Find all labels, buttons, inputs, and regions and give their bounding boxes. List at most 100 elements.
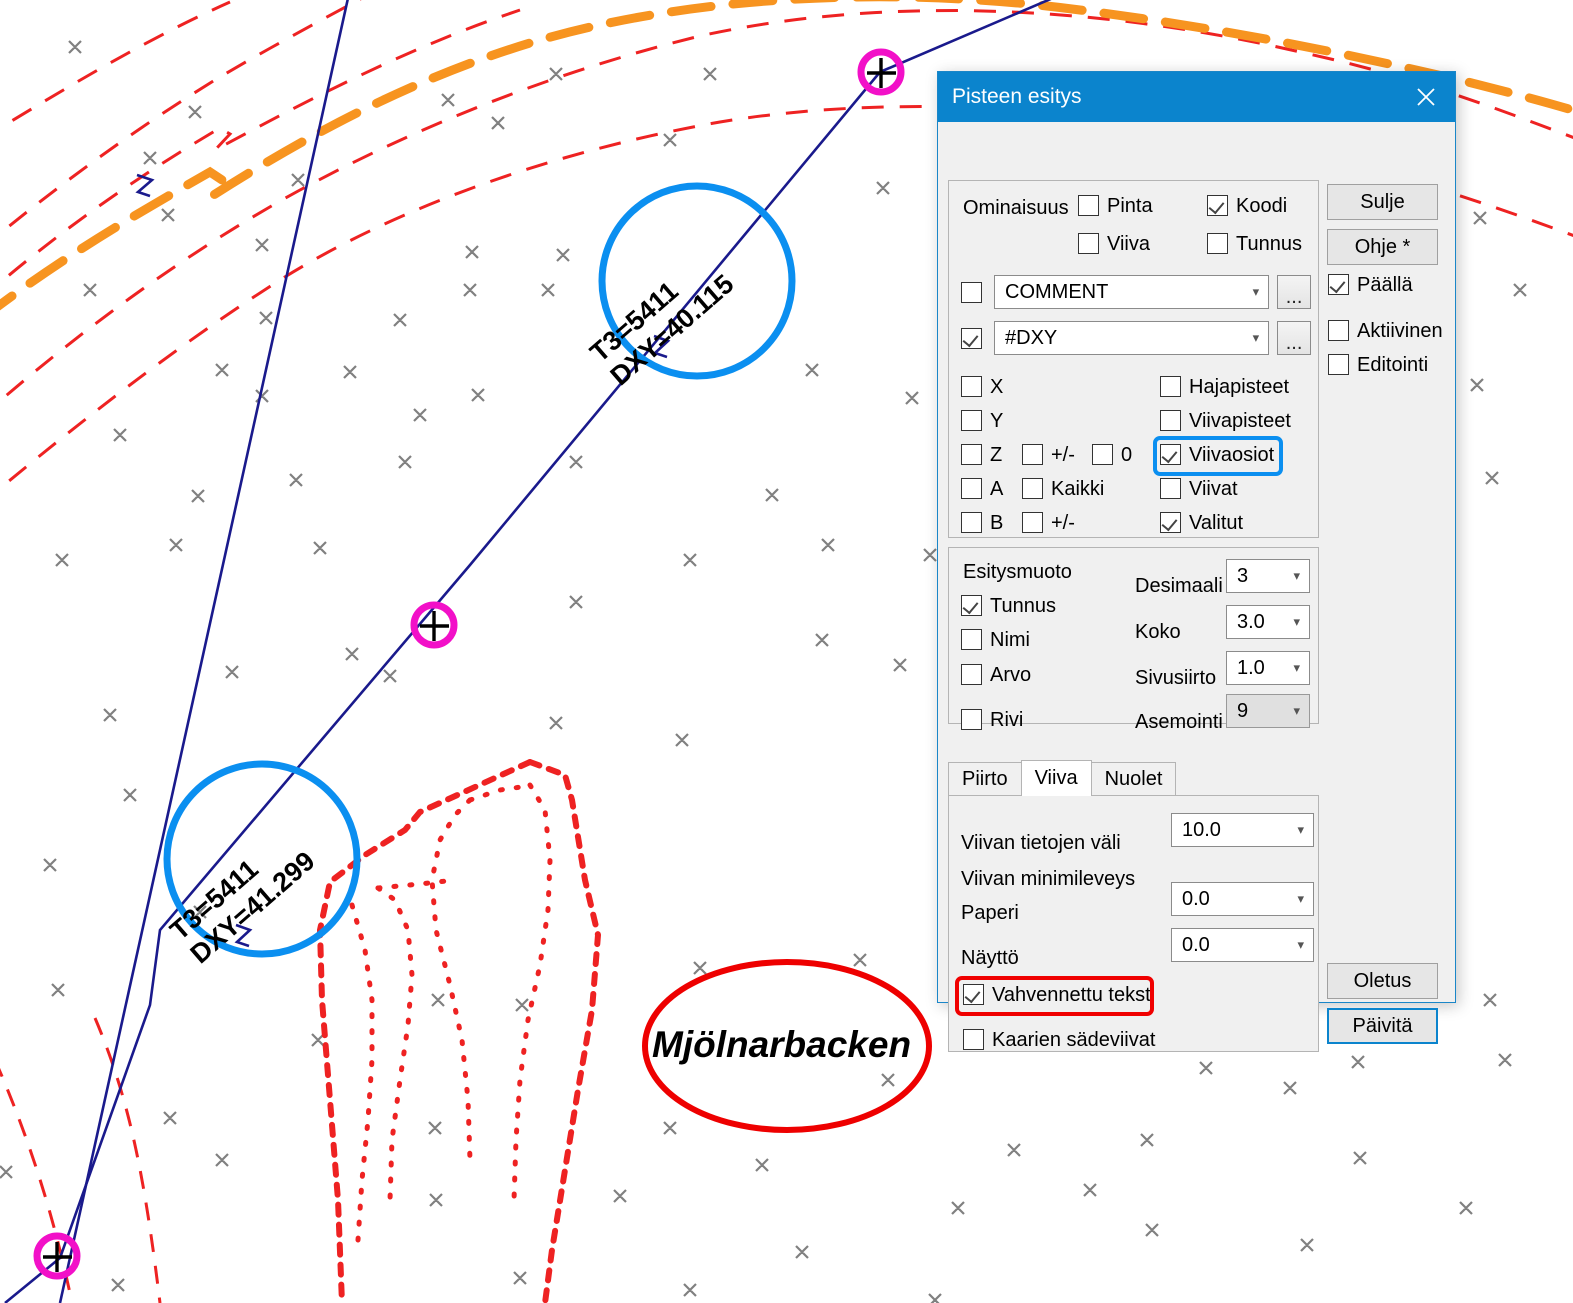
combo-paperi-value: 0.0 [1182, 888, 1297, 911]
checkbox-tunnus-ominaisuus[interactable]: Tunnus [1207, 233, 1302, 254]
checkbox-y-box[interactable] [961, 410, 982, 431]
checkbox-valitut-label: Valitut [1189, 513, 1243, 533]
checkbox-paalla[interactable]: Päällä [1328, 274, 1413, 295]
checkbox-z-zero-label: 0 [1121, 445, 1132, 465]
checkbox-rivi[interactable]: Rivi [961, 709, 1023, 730]
dialog-titlebar: Pisteen esitys [938, 72, 1455, 122]
combo-desimaali[interactable]: 3 ▾ [1226, 559, 1310, 593]
checkbox-b-plusminus[interactable]: +/- [1022, 512, 1075, 533]
checkbox-b[interactable]: B [961, 512, 1003, 533]
combo-paperi[interactable]: 0.0 ▾ [1171, 882, 1314, 916]
tab-piirto[interactable]: Piirto [948, 762, 1022, 796]
checkbox-pinta-box[interactable] [1078, 195, 1099, 216]
checkbox-viiva[interactable]: Viiva [1078, 233, 1150, 254]
sulje-button-label: Sulje [1360, 191, 1404, 214]
checkbox-hajapisteet[interactable]: Hajapisteet [1160, 376, 1289, 397]
pisteen-esitys-dialog[interactable]: Pisteen esitys Ominaisuus Pinta Koodi [937, 71, 1456, 1003]
checkbox-nimi[interactable]: Nimi [961, 629, 1030, 650]
checkbox-z-plusminus[interactable]: +/- [1022, 444, 1075, 465]
checkbox-arvo-box[interactable] [961, 664, 982, 685]
checkbox-kaikki[interactable]: Kaikki [1022, 478, 1104, 499]
checkbox-editointi-box[interactable] [1328, 354, 1349, 375]
checkbox-viiva-box[interactable] [1078, 233, 1099, 254]
checkbox-arvo[interactable]: Arvo [961, 664, 1031, 685]
checkbox-viivaosiot-label: Viivaosiot [1189, 445, 1274, 465]
checkbox-vahvennettu-teksti-label: Vahvennettu teksti [992, 985, 1155, 1005]
checkbox-z-zero-box[interactable] [1092, 444, 1113, 465]
checkbox-x[interactable]: X [961, 376, 1003, 397]
oletus-button[interactable]: Oletus [1327, 963, 1438, 999]
checkbox-viivat-box[interactable] [1160, 478, 1181, 499]
checkbox-koodi-box[interactable] [1207, 195, 1228, 216]
chevron-down-icon: ▾ [1297, 891, 1309, 907]
checkbox-koodi[interactable]: Koodi [1207, 195, 1287, 216]
checkbox-hajapisteet-box[interactable] [1160, 376, 1181, 397]
checkbox-b-box[interactable] [961, 512, 982, 533]
ohje-button[interactable]: Ohje * [1327, 229, 1438, 265]
group-ominaisuus-legend: Ominaisuus [963, 197, 1069, 220]
checkbox-viivat[interactable]: Viivat [1160, 478, 1238, 499]
tab-viiva[interactable]: Viiva [1021, 760, 1092, 796]
checkbox-x-box[interactable] [961, 376, 982, 397]
dialog-body: Ominaisuus Pinta Koodi Viiva Tunnus [938, 122, 1455, 1002]
checkbox-kaarien-sadeviivat[interactable]: Kaarien sädeviivat [963, 1029, 1155, 1050]
checkbox-a[interactable]: A [961, 478, 1003, 499]
checkbox-vahvennettu-teksti[interactable]: Vahvennettu teksti [963, 984, 1155, 1005]
checkbox-aktiivinen-box[interactable] [1328, 320, 1349, 341]
checkbox-z-box[interactable] [961, 444, 982, 465]
checkbox-viivaosiot[interactable]: Viivaosiot [1160, 444, 1274, 465]
checkbox-kaikki-label: Kaikki [1051, 479, 1104, 499]
tab-nuolet[interactable]: Nuolet [1091, 762, 1177, 796]
checkbox-dxy-enable[interactable] [961, 328, 982, 349]
sulje-button[interactable]: Sulje [1327, 184, 1438, 220]
checkbox-y[interactable]: Y [961, 410, 1003, 431]
tab-nuolet-label: Nuolet [1105, 768, 1163, 791]
comment-more-button[interactable]: ... [1277, 275, 1311, 309]
checkbox-pinta[interactable]: Pinta [1078, 195, 1153, 216]
comment-combo[interactable]: COMMENT ▾ [994, 275, 1269, 309]
chevron-down-icon: ▾ [1297, 937, 1309, 953]
comment-more-label: ... [1286, 290, 1303, 304]
checkbox-rivi-box[interactable] [961, 709, 982, 730]
checkbox-vahvennettu-teksti-box[interactable] [963, 984, 984, 1005]
checkbox-z-zero[interactable]: 0 [1092, 444, 1132, 465]
checkbox-valitut-box[interactable] [1160, 512, 1181, 533]
checkbox-viivaosiot-box[interactable] [1160, 444, 1181, 465]
combo-sivusiirto[interactable]: 1.0 ▾ [1226, 651, 1310, 685]
tabstrip: Piirto Viiva Nuolet [948, 760, 1319, 796]
checkbox-viivapisteet-box[interactable] [1160, 410, 1181, 431]
checkbox-aktiivinen[interactable]: Aktiivinen [1328, 320, 1443, 341]
checkbox-z-plusminus-box[interactable] [1022, 444, 1043, 465]
checkbox-comment-enable[interactable] [961, 282, 982, 303]
combo-desimaali-value: 3 [1237, 565, 1293, 588]
checkbox-z[interactable]: Z [961, 444, 1002, 465]
checkbox-tunnus-ominaisuus-label: Tunnus [1236, 234, 1302, 254]
label-koko: Koko [1135, 621, 1181, 644]
combo-naytto[interactable]: 0.0 ▾ [1171, 928, 1314, 962]
checkbox-tunnus-esitys-box[interactable] [961, 595, 982, 616]
combo-viivan-tietojen-vali[interactable]: 10.0 ▾ [1171, 813, 1314, 847]
checkbox-tunnus-ominaisuus-box[interactable] [1207, 233, 1228, 254]
checkbox-viivapisteet[interactable]: Viivapisteet [1160, 410, 1291, 431]
checkbox-paalla-box[interactable] [1328, 274, 1349, 295]
combo-viivan-tietojen-vali-value: 10.0 [1182, 819, 1297, 842]
checkbox-nimi-box[interactable] [961, 629, 982, 650]
checkbox-b-plusminus-box[interactable] [1022, 512, 1043, 533]
combo-asemointi[interactable]: 9 ▾ [1226, 694, 1310, 728]
checkbox-kaarien-sadeviivat-box[interactable] [963, 1029, 984, 1050]
combo-koko[interactable]: 3.0 ▾ [1226, 605, 1310, 639]
checkbox-viiva-label: Viiva [1107, 234, 1150, 254]
label-paperi: Paperi [961, 902, 1019, 925]
checkbox-a-box[interactable] [961, 478, 982, 499]
checkbox-tunnus-esitys[interactable]: Tunnus [961, 595, 1056, 616]
close-icon[interactable] [1403, 75, 1449, 119]
tab-viiva-label: Viiva [1035, 767, 1078, 790]
checkbox-kaikki-box[interactable] [1022, 478, 1043, 499]
paivita-button[interactable]: Päivitä [1327, 1008, 1438, 1044]
dxy-more-button[interactable]: ... [1277, 321, 1311, 355]
label-sivusiirto: Sivusiirto [1135, 667, 1216, 690]
chevron-down-icon: ▾ [1293, 614, 1305, 630]
checkbox-editointi[interactable]: Editointi [1328, 354, 1428, 375]
dxy-combo[interactable]: #DXY ▾ [994, 321, 1269, 355]
checkbox-valitut[interactable]: Valitut [1160, 512, 1243, 533]
